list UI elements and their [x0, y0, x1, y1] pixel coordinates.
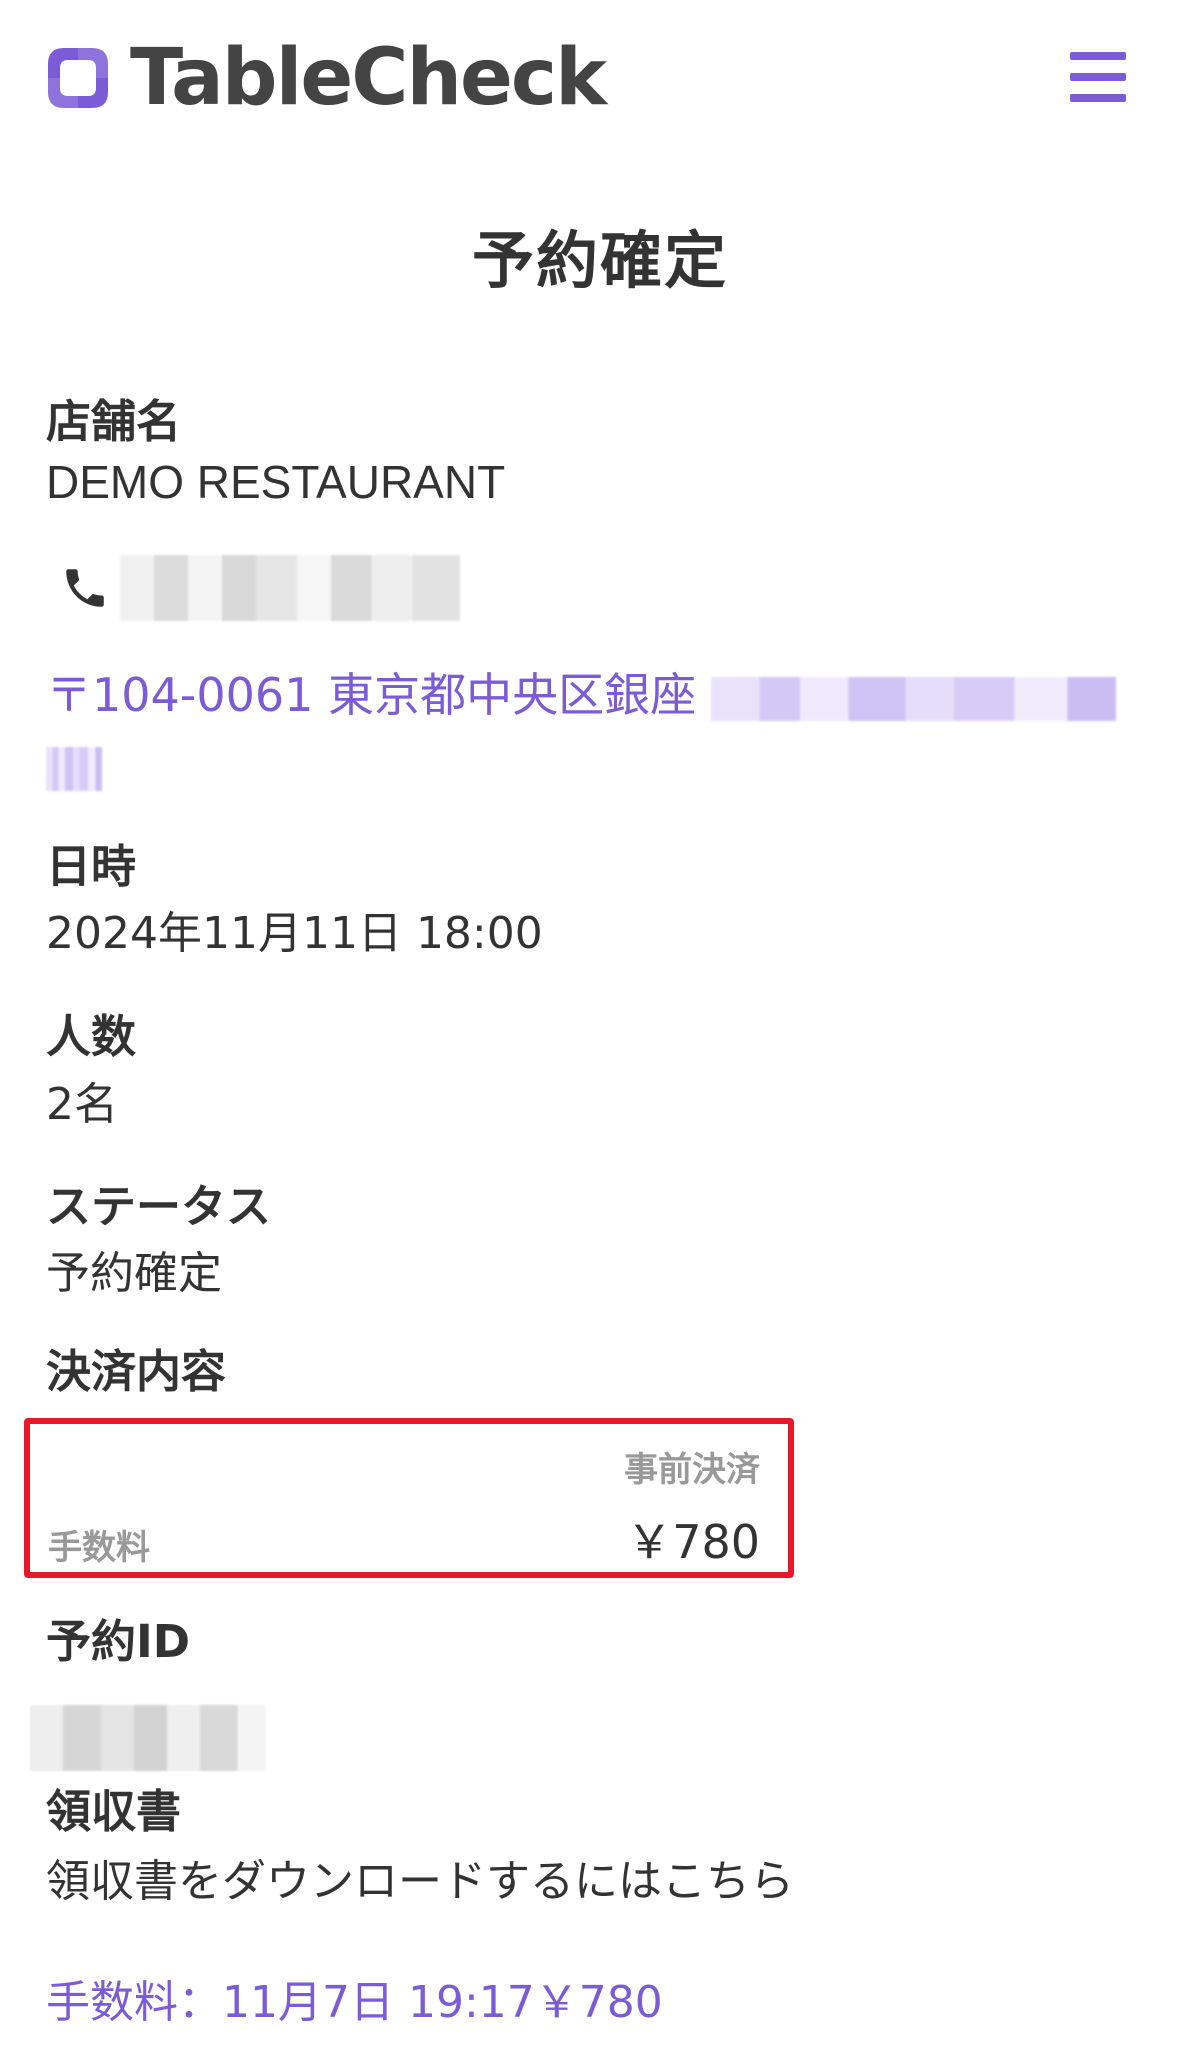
fee-label: 手数料: [48, 1528, 150, 1568]
fee-amount: ￥780: [626, 1515, 760, 1569]
receipt-download-link[interactable]: 手数料：11月7日 19:17￥780: [46, 1966, 663, 2030]
header: TableCheck: [0, 0, 1200, 150]
logo-text: TableCheck: [130, 33, 607, 123]
reservation-id-redacted: [30, 1705, 266, 1771]
status-value: 予約確定: [46, 1248, 222, 1299]
page-title: 予約確定: [471, 224, 728, 297]
phone-row[interactable]: [60, 555, 460, 621]
address-text: 〒104-0061 東京都中央区銀座: [46, 668, 697, 722]
reservation-id-label: 予約ID: [46, 1615, 191, 1668]
receipt-description: 領収書をダウンロードするにはこちら: [46, 1856, 794, 1907]
receipt-label: 領収書: [46, 1785, 182, 1838]
payment-type: 事前決済: [624, 1450, 760, 1490]
hamburger-menu-icon[interactable]: [1070, 52, 1126, 102]
payment-details-box: 事前決済 手数料 ￥780: [24, 1418, 794, 1578]
address-redacted-line2: [46, 746, 102, 791]
datetime-label: 日時: [46, 840, 137, 893]
payment-label: 決済内容: [46, 1345, 227, 1398]
address-redacted: [710, 676, 1116, 721]
status-label: ステータス: [46, 1180, 272, 1233]
tablecheck-logo-icon: [48, 48, 108, 108]
restaurant-label: 店舗名: [46, 395, 182, 448]
datetime-value: 2024年11月11日 18:00: [46, 908, 543, 959]
party-size-label: 人数: [46, 1010, 137, 1063]
address-link[interactable]: 〒104-0061 東京都中央区銀座: [46, 660, 1156, 800]
party-size-value: 2名: [46, 1079, 118, 1130]
phone-number-redacted: [120, 555, 460, 621]
tablecheck-logo[interactable]: TableCheck: [42, 28, 607, 128]
restaurant-name: DEMO RESTAURANT: [46, 456, 506, 508]
phone-icon: [66, 569, 104, 607]
